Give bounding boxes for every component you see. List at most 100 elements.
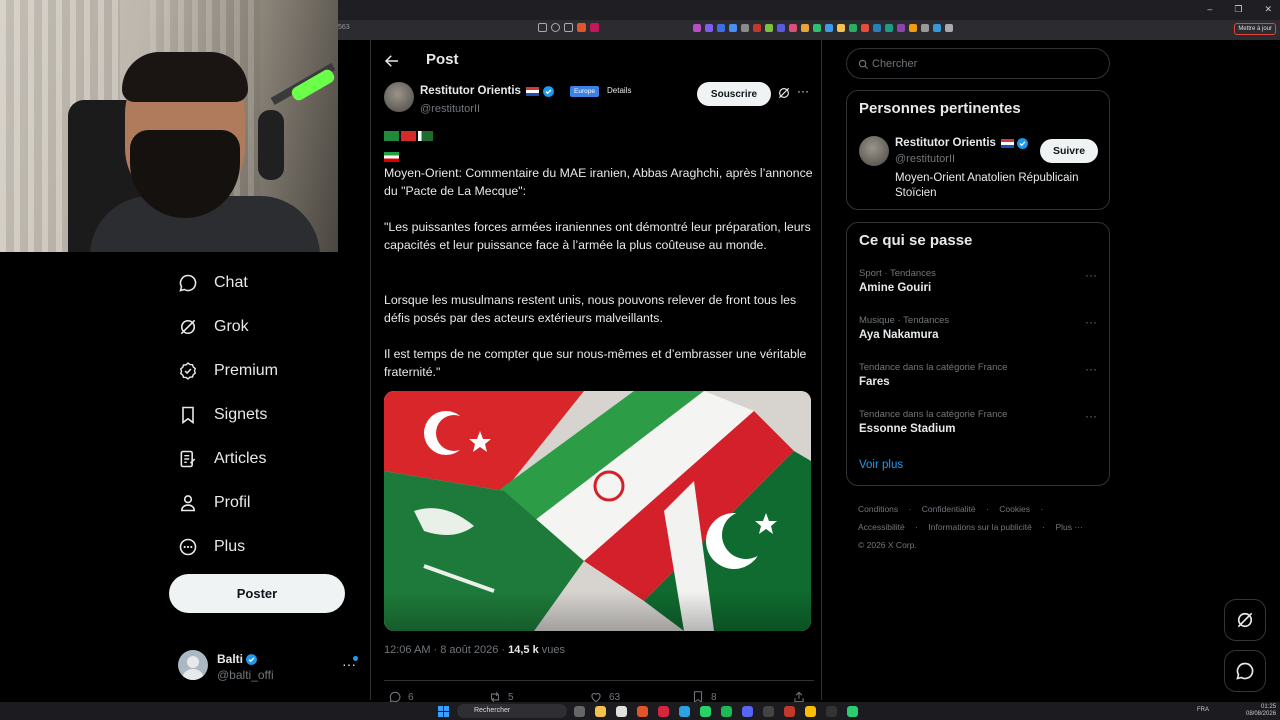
extension-icon[interactable]	[897, 24, 905, 32]
opera-icon[interactable]	[658, 706, 669, 717]
user-name[interactable]: Restitutor Orientis	[895, 137, 996, 149]
nav-item-articles[interactable]: Articles	[178, 444, 266, 474]
nav-item-bookmarks[interactable]: Signets	[178, 400, 267, 430]
see-more-link[interactable]: Voir plus	[859, 459, 903, 471]
extension-icon[interactable]	[909, 24, 917, 32]
footer-link[interactable]: Confidentialité	[922, 504, 976, 514]
subscribe-button[interactable]: Souscrire	[697, 82, 771, 106]
trend-item[interactable]: Musique · Tendances Aya Nakamura ···	[859, 315, 1099, 351]
extension-icon[interactable]	[873, 24, 881, 32]
address-bar[interactable]: 563	[338, 24, 350, 31]
extension-icon[interactable]	[789, 24, 797, 32]
extension-icon[interactable]	[717, 24, 725, 32]
brave-rewards-icon[interactable]	[590, 23, 599, 32]
footer-link[interactable]: Conditions	[858, 504, 898, 514]
separator: ·	[986, 504, 989, 514]
footer-link[interactable]: Plus ···	[1055, 522, 1082, 532]
taskbar-search[interactable]: Rechercher	[457, 704, 567, 718]
obs-icon[interactable]	[763, 706, 774, 717]
extension-icon[interactable]	[801, 24, 809, 32]
extension-icon[interactable]	[777, 24, 785, 32]
extension-icon[interactable]	[753, 24, 761, 32]
more-icon[interactable]: ···	[1085, 409, 1097, 423]
grok-icon	[1237, 612, 1253, 628]
nav-item-profile[interactable]: Profil	[178, 488, 250, 518]
account-name: Balti	[217, 652, 244, 666]
footer-link[interactable]: Accessibilité	[858, 522, 905, 532]
store-icon[interactable]	[616, 706, 627, 717]
app-icon[interactable]	[847, 706, 858, 717]
spotify-icon[interactable]	[721, 706, 732, 717]
post-image[interactable]	[384, 391, 811, 631]
footer-link[interactable]: Informations sur la publicité	[928, 522, 1031, 532]
footer-link[interactable]: Cookies	[999, 504, 1030, 514]
brave-icon[interactable]	[637, 706, 648, 717]
avatar[interactable]	[859, 136, 889, 166]
extension-icon[interactable]	[825, 24, 833, 32]
chrome-icon[interactable]	[805, 706, 816, 717]
terminal-icon[interactable]	[826, 706, 837, 717]
extension-icon[interactable]	[813, 24, 821, 32]
nav-item-premium[interactable]: Premium	[178, 356, 278, 386]
post-more-icon[interactable]: ···	[797, 84, 809, 98]
brave-shield-icon[interactable]	[577, 23, 586, 32]
extension-icon[interactable]	[933, 24, 941, 32]
grok-fab-button[interactable]	[1224, 599, 1266, 641]
update-browser-button[interactable]: Mettre à jour	[1234, 23, 1276, 35]
extension-icon[interactable]	[693, 24, 701, 32]
zoom-icon[interactable]	[551, 23, 560, 32]
post-text: Il est temps de ne compter que sur nous-…	[384, 347, 807, 379]
minimize-icon[interactable]: –	[1207, 4, 1212, 15]
nav-item-chat[interactable]: Chat	[178, 268, 248, 298]
extension-icon[interactable]	[741, 24, 749, 32]
verified-badge-icon	[179, 362, 197, 380]
details-link[interactable]: Details	[607, 86, 631, 95]
post-timestamp[interactable]: 12:06 AM · 8 août 2026 ·	[384, 644, 508, 656]
extension-icon[interactable]	[861, 24, 869, 32]
extension-icon[interactable]	[945, 24, 953, 32]
post-button[interactable]: Poster	[169, 574, 345, 613]
whatsapp-icon[interactable]	[700, 706, 711, 717]
avatar	[178, 650, 208, 680]
clock-time: 01:25	[1261, 704, 1277, 710]
separator: ·	[915, 522, 918, 532]
extension-icon[interactable]	[885, 24, 893, 32]
input-language[interactable]: FRA	[1197, 707, 1209, 713]
trend-item[interactable]: Tendance dans la catégorie France Fares …	[859, 362, 1099, 398]
flags-image	[384, 391, 811, 631]
extension-icon[interactable]	[837, 24, 845, 32]
trend-item[interactable]: Tendance dans la catégorie France Essonn…	[859, 409, 1099, 445]
restore-icon[interactable]: ❐	[1234, 4, 1242, 15]
author-name[interactable]: Restitutor Orientis	[420, 85, 521, 97]
grok-icon[interactable]	[777, 86, 791, 100]
account-switcher[interactable]: Balti @balti_offi ···	[178, 650, 358, 684]
file-explorer-icon[interactable]	[595, 706, 606, 717]
discord-icon[interactable]	[742, 706, 753, 717]
telegram-icon[interactable]	[679, 706, 690, 717]
task-view-icon[interactable]	[574, 706, 585, 717]
taskbar-clock[interactable]: 01:25 08/08/2026	[1246, 704, 1276, 718]
app-icon[interactable]	[784, 706, 795, 717]
extension-icon[interactable]	[921, 24, 929, 32]
extension-icon[interactable]	[705, 24, 713, 32]
nav-item-more[interactable]: Plus	[178, 532, 245, 562]
author-avatar[interactable]	[384, 82, 414, 112]
close-icon[interactable]: ✕	[1264, 4, 1272, 15]
extension-icons	[693, 24, 953, 32]
more-icon[interactable]: ···	[1085, 362, 1097, 376]
extension-icon[interactable]	[849, 24, 857, 32]
share-icon[interactable]	[564, 23, 573, 32]
trend-item[interactable]: Sport · Tendances Amine Gouiri ···	[859, 268, 1099, 304]
chat-fab-button[interactable]	[1224, 650, 1266, 692]
extension-icon[interactable]	[729, 24, 737, 32]
more-icon[interactable]: ···	[1085, 268, 1097, 282]
extension-icon[interactable]	[765, 24, 773, 32]
webcam-overlay	[0, 0, 338, 252]
search-input[interactable]	[872, 54, 1102, 74]
follow-button[interactable]: Suivre	[1040, 139, 1098, 163]
back-arrow-icon[interactable]	[383, 52, 401, 70]
nav-item-grok[interactable]: Grok	[178, 312, 249, 342]
windows-start-icon[interactable]	[438, 706, 449, 717]
more-icon[interactable]: ···	[1085, 315, 1097, 329]
screen-icon[interactable]	[538, 23, 547, 32]
